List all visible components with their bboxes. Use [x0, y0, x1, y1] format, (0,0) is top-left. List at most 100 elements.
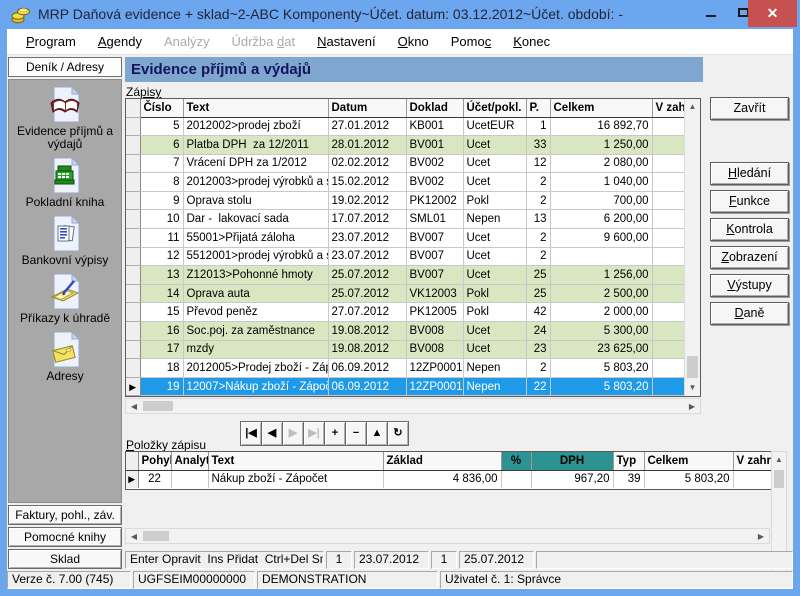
cell-cislo[interactable]: 15: [140, 303, 183, 322]
cell-doklad[interactable]: 12ZP0001: [406, 377, 463, 396]
cell-vzahr[interactable]: [733, 470, 771, 488]
cell-p[interactable]: 12: [526, 154, 550, 173]
cell-doklad[interactable]: VK12003: [406, 284, 463, 303]
cell-doklad[interactable]: BV002: [406, 154, 463, 173]
cell-ucet[interactable]: Ucet: [463, 154, 526, 173]
nav-button-refresh[interactable]: ↻: [387, 421, 409, 446]
cell-text[interactable]: Oprava stolu: [183, 191, 328, 210]
scrollbar-thumb[interactable]: [687, 356, 698, 378]
menu-item-pomoc[interactable]: Pomoc: [440, 30, 502, 53]
cell-dph[interactable]: 967,20: [531, 470, 613, 488]
table-row[interactable]: 15 Převod peněz 27.07.2012 PK12005 Pokl …: [126, 303, 685, 322]
cell-celkem[interactable]: 2 080,00: [550, 154, 652, 173]
cell-p[interactable]: 2: [526, 173, 550, 192]
cell-datum[interactable]: 15.02.2012: [328, 173, 406, 192]
cell-text[interactable]: 2012005>Prodej zboží - Zápočet: [183, 359, 328, 378]
cell-celkem[interactable]: 5 803,20: [644, 470, 733, 488]
scroll-right-icon[interactable]: ▶: [753, 529, 769, 543]
cell-cislo[interactable]: 19: [140, 377, 183, 396]
cell-datum[interactable]: 27.01.2012: [328, 117, 406, 136]
sidebar-button-pomocne-knihy[interactable]: Pomocné knihy: [8, 527, 122, 547]
cell-p[interactable]: 23: [526, 340, 550, 359]
cell-p[interactable]: 42: [526, 303, 550, 322]
cell-vzah[interactable]: [652, 377, 685, 396]
cell-vzah[interactable]: [652, 210, 685, 229]
polozky-horizontal-scrollbar[interactable]: ◀ ▶: [125, 528, 770, 544]
cell-zaklad[interactable]: 4 836,00: [383, 470, 501, 488]
cell-vzah[interactable]: [652, 266, 685, 285]
column-header-datum[interactable]: Datum: [328, 99, 406, 117]
nav-button-insert[interactable]: +: [324, 421, 346, 446]
cell-vzah[interactable]: [652, 191, 685, 210]
sidebar-item-prikazy-k-uhrade[interactable]: Příkazy k úhradě: [9, 273, 121, 325]
cell-ucet[interactable]: Pokl: [463, 191, 526, 210]
cell-celkem[interactable]: 2 000,00: [550, 303, 652, 322]
cell-celkem[interactable]: 6 200,00: [550, 210, 652, 229]
cell-pohyb[interactable]: 22: [138, 470, 171, 488]
cell-celkem[interactable]: 5 803,20: [550, 359, 652, 378]
scroll-right-icon[interactable]: ▶: [684, 399, 700, 413]
cell-datum[interactable]: 25.07.2012: [328, 284, 406, 303]
sidebar-item-evidence[interactable]: Evidence příjmů a výdajů: [9, 86, 121, 151]
cell-ucet[interactable]: Ucet: [463, 136, 526, 155]
cell-celkem[interactable]: 2 500,00: [550, 284, 652, 303]
menu-item-analyzy[interactable]: Analýzy: [153, 30, 221, 53]
cell-vzah[interactable]: [652, 117, 685, 136]
cell-p[interactable]: 25: [526, 266, 550, 285]
nav-button-prior[interactable]: ◀: [261, 421, 283, 446]
table-row[interactable]: 19 12007>Nákup zboží - Zápočet 06.09.201…: [126, 377, 685, 396]
nav-button-delete[interactable]: −: [345, 421, 367, 446]
cell-ucet[interactable]: Nepen: [463, 377, 526, 396]
sidebar-item-adresy[interactable]: Adresy: [9, 331, 121, 383]
cell-text[interactable]: 55001>Přijatá záloha: [183, 229, 328, 248]
column-header-typ[interactable]: Typ: [613, 452, 644, 470]
zavrit-button[interactable]: Zavřít: [710, 97, 789, 120]
menu-item-udrzba-dat[interactable]: Údržba dat: [220, 30, 306, 53]
cell-text[interactable]: Převod peněz: [183, 303, 328, 322]
cell-celkem[interactable]: 1 040,00: [550, 173, 652, 192]
cell-doklad[interactable]: BV008: [406, 322, 463, 341]
kontrola-button[interactable]: Kontrola: [710, 218, 789, 241]
menu-item-konec[interactable]: Konec: [502, 30, 561, 53]
cell-datum[interactable]: 06.09.2012: [328, 359, 406, 378]
cell-doklad[interactable]: BV007: [406, 247, 463, 266]
column-header-cislo[interactable]: Číslo: [140, 99, 183, 117]
cell-text[interactable]: mzdy: [183, 340, 328, 359]
cell-datum[interactable]: 19.02.2012: [328, 191, 406, 210]
cell-text[interactable]: Vrácení DPH za 1/2012: [183, 154, 328, 173]
cell-ucet[interactable]: Ucet: [463, 229, 526, 248]
menu-item-okno[interactable]: Okno: [387, 30, 440, 53]
menu-item-nastaveni[interactable]: Nastavení: [306, 30, 387, 53]
cell-vzah[interactable]: [652, 136, 685, 155]
column-header-text[interactable]: Text: [208, 452, 383, 470]
cell-text[interactable]: 2012002>prodej zboží: [183, 117, 328, 136]
table-row[interactable]: 6 Platba DPH za 12/2011 28.01.2012 BV001…: [126, 136, 685, 155]
cell-cislo[interactable]: 17: [140, 340, 183, 359]
cell-cislo[interactable]: 16: [140, 322, 183, 341]
cell-ucet[interactable]: Ucet: [463, 322, 526, 341]
nav-button-next[interactable]: ▶: [282, 421, 304, 446]
sidebar-tab-denik-adresy[interactable]: Deník / Adresy: [8, 57, 122, 77]
menu-item-agendy[interactable]: Agendy: [87, 30, 153, 53]
cell-celkem[interactable]: 5 803,20: [550, 377, 652, 396]
cell-datum[interactable]: 19.08.2012: [328, 322, 406, 341]
cell-vzah[interactable]: [652, 173, 685, 192]
cell-vzah[interactable]: [652, 284, 685, 303]
cell-datum[interactable]: 23.07.2012: [328, 247, 406, 266]
scroll-up-icon[interactable]: ▲: [772, 452, 786, 468]
cell-p[interactable]: 2: [526, 359, 550, 378]
cell-cislo[interactable]: 18: [140, 359, 183, 378]
cell-p[interactable]: 2: [526, 191, 550, 210]
cell-celkem[interactable]: [550, 247, 652, 266]
cell-vzah[interactable]: [652, 340, 685, 359]
cell-doklad[interactable]: BV008: [406, 340, 463, 359]
cell-vzah[interactable]: [652, 154, 685, 173]
cell-p[interactable]: 22: [526, 377, 550, 396]
cell-cislo[interactable]: 9: [140, 191, 183, 210]
sidebar-item-pokladni-kniha[interactable]: Pokladní kniha: [9, 157, 121, 209]
table-row[interactable]: 13 Z12013>Pohonné hmoty 25.07.2012 BV007…: [126, 266, 685, 285]
cell-vzah[interactable]: [652, 303, 685, 322]
column-header-p[interactable]: P.: [526, 99, 550, 117]
cell-ucet[interactable]: Nepen: [463, 359, 526, 378]
cell-doklad[interactable]: 12ZP0001: [406, 359, 463, 378]
